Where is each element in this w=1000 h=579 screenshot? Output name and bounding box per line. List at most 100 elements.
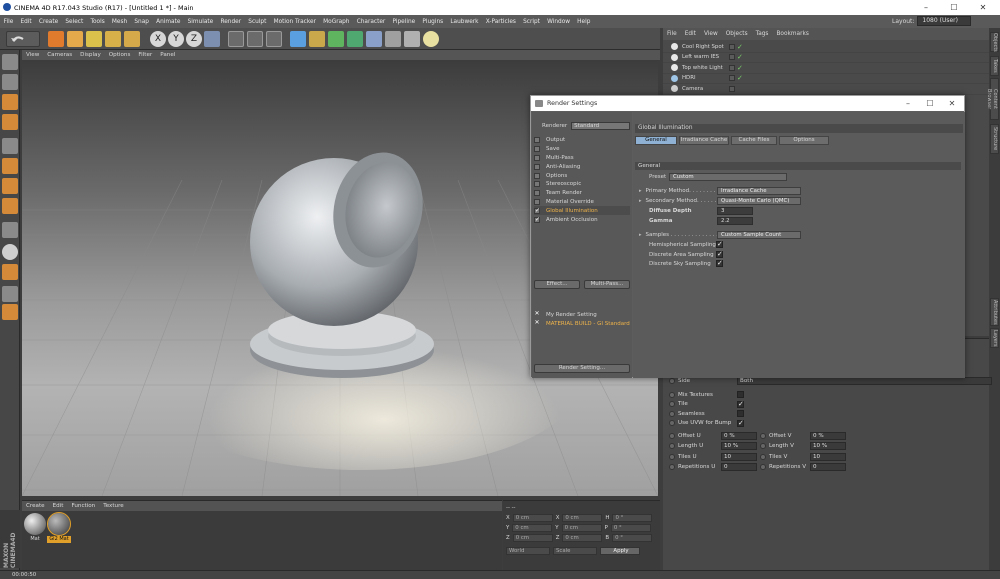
coords-field[interactable]: 0 ° [612,514,653,522]
samples-dropdown[interactable]: Custom Sample Count [717,231,801,239]
menu-item-animate[interactable]: Animate [153,19,184,25]
attr-field-input[interactable]: 10 [721,452,757,461]
edges-mode-icon[interactable] [2,158,18,174]
side-tab-content-browser[interactable]: Content Browser [986,78,999,120]
coords-field[interactable]: 0 cm [512,534,553,542]
renderer-dropdown[interactable]: Standard [571,122,630,131]
workplane-grid-icon[interactable] [2,286,18,302]
close-button[interactable]: ✕ [970,0,996,15]
material-thumb-gi2[interactable] [47,512,71,536]
menu-item-plugins[interactable]: Plugins [419,19,447,25]
primary-method-dropdown[interactable]: Irradiance Cache [717,187,801,195]
object-menu-objects[interactable]: Objects [722,31,752,37]
material-menu-function[interactable]: Function [67,503,99,509]
render-item-checkbox[interactable]: ✓ [534,216,540,223]
layout-dropdown[interactable]: 1080 (User) [917,16,972,26]
attr-radio[interactable] [760,432,766,439]
render-item-checkbox[interactable] [534,190,540,197]
attr-checkbox[interactable] [737,391,744,398]
material-menu-texture[interactable]: Texture [99,503,127,509]
y-axis-icon[interactable]: Y [168,31,184,47]
menu-item-mesh[interactable]: Mesh [108,19,130,25]
minimize-button[interactable]: – [913,0,939,15]
object-visibility-toggle[interactable] [729,64,735,71]
attr-radio[interactable] [669,401,675,407]
object-row[interactable]: Cool Right Spot ✓ [663,42,989,53]
polygons-mode-icon[interactable] [2,178,18,194]
attr-radio[interactable] [669,391,675,398]
render-setting-entry[interactable]: ✕ My Render Setting [534,311,630,320]
render-settings-item-output[interactable]: Output [534,136,630,145]
attr-radio[interactable] [760,453,766,460]
material-menu-edit[interactable]: Edit [49,503,68,509]
coords-field[interactable]: 0 cm [562,514,603,522]
attr-radio[interactable] [669,420,675,426]
edit-render-settings-icon[interactable] [266,31,282,47]
render-picture-viewer-icon[interactable] [247,31,263,47]
attr-field-input[interactable]: 0 % [721,431,757,440]
attr-field-input[interactable]: 10 % [721,442,757,450]
viewport-menu-cameras[interactable]: Cameras [43,52,76,58]
model-mode-icon[interactable] [2,74,18,90]
hemispherical-sampling-checkbox[interactable]: ✓ [716,241,723,248]
attr-radio[interactable] [669,453,675,460]
attr-field-input[interactable]: 0 [721,463,757,471]
rs-maximize-button[interactable]: ☐ [919,96,941,111]
light-icon[interactable] [423,31,439,47]
attr-radio[interactable] [669,432,675,439]
viewport-menu-panel[interactable]: Panel [156,52,179,58]
menu-item-window[interactable]: Window [544,19,574,25]
gi-tab-irradiance-cache[interactable]: Irradiance Cache [679,136,729,145]
side-tab-structure[interactable]: Structure [990,124,999,154]
render-view-icon[interactable] [228,31,244,47]
coords-field[interactable]: 0 ° [610,524,651,532]
object-row[interactable]: Left warm IES ✓ [663,53,989,63]
secondary-method-dropdown[interactable]: Quasi-Monte Carlo (QMC) [717,197,801,205]
workplane-icon[interactable] [2,114,18,130]
rs-close-button[interactable]: ✕ [941,96,963,111]
menu-item-render[interactable]: Render [217,19,245,25]
discrete-sky-sampling-checkbox[interactable]: ✓ [716,260,723,267]
object-menu-tags[interactable]: Tags [752,31,773,37]
coordinate-system-icon[interactable] [204,31,220,47]
object-menu-bookmarks[interactable]: Bookmarks [772,31,812,37]
object-visibility-toggle[interactable] [729,43,735,50]
side-tab-takes[interactable]: Takes [990,56,999,76]
coords-field[interactable]: 0 ° [612,534,653,542]
menu-item-motion-tracker[interactable]: Motion Tracker [270,19,320,25]
camera-icon[interactable] [404,31,420,47]
attr-field-input[interactable]: 0 % [810,431,846,440]
deformer-icon[interactable] [366,31,382,47]
attr-radio[interactable] [669,464,675,470]
menu-item-mograph[interactable]: MoGraph [320,19,354,25]
render-item-checkbox[interactable] [534,154,540,161]
render-settings-item-anti-aliasing[interactable]: Anti-Aliasing [534,162,630,171]
render-settings-item-team-render[interactable]: Team Render [534,189,630,198]
render-settings-item-multi-pass[interactable]: Multi-Pass [534,154,630,163]
texture-mode-icon[interactable] [2,94,18,110]
effect-button[interactable]: Effect... [534,280,580,289]
coords-mode-world[interactable]: World [506,547,550,555]
object-row[interactable]: Top white Light ✓ [663,63,989,74]
render-item-checkbox[interactable] [534,163,540,170]
attr-checkbox[interactable]: ✓ [737,400,744,408]
coords-mode-scale[interactable]: Scale [553,547,597,555]
side-tab-attributes[interactable]: Attributes [990,298,999,326]
diffuse-depth-field[interactable]: 3 [717,207,753,215]
viewport-menu-options[interactable]: Options [105,52,135,58]
side-radio[interactable] [669,377,675,384]
object-menu-edit[interactable]: Edit [681,31,700,37]
tweak-mode-icon[interactable] [2,222,18,238]
object-visibility-toggle[interactable] [729,85,735,92]
attr-field-input[interactable]: 0 [810,463,846,471]
menu-item-sculpt[interactable]: Sculpt [245,19,270,25]
render-item-checkbox[interactable] [534,146,540,153]
move-icon[interactable] [67,31,83,47]
points-mode-icon[interactable] [2,138,18,154]
object-visibility-toggle[interactable] [729,75,735,82]
object-menu-file[interactable]: File [663,31,681,37]
render-item-checkbox[interactable] [534,137,540,144]
attr-radio[interactable] [760,464,766,470]
gamma-field[interactable]: 2.2 [717,217,753,225]
coords-field[interactable]: 0 cm [562,534,603,542]
